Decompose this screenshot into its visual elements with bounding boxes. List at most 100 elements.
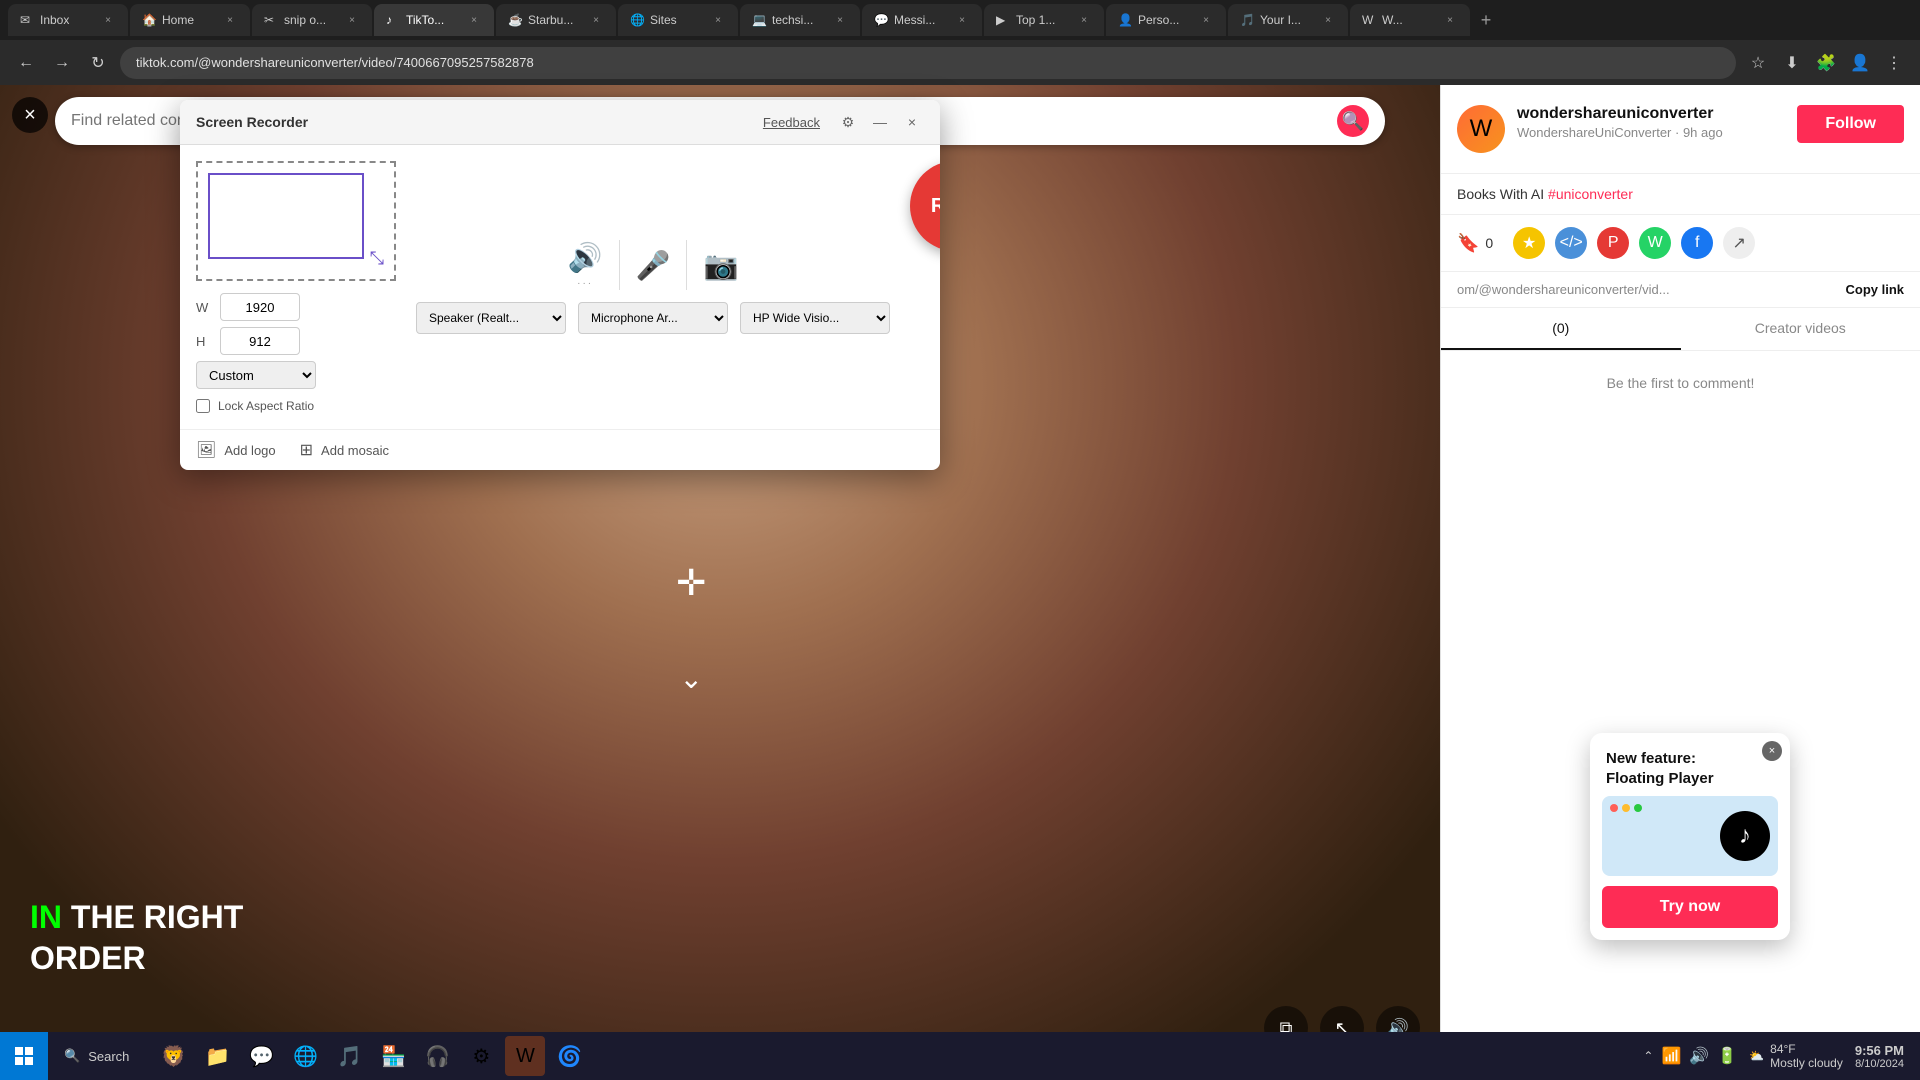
tab-close-top[interactable]: × bbox=[1076, 12, 1092, 28]
feedback-link[interactable]: Feedback bbox=[763, 115, 820, 130]
taskbar-icon-browser2[interactable]: 🌀 bbox=[549, 1036, 589, 1076]
tab-close-w[interactable]: × bbox=[1442, 12, 1458, 28]
dialog-close-icon-button[interactable]: × bbox=[900, 110, 924, 134]
tab-close-messi[interactable]: × bbox=[954, 12, 970, 28]
cam-select[interactable]: HP Wide Visio... bbox=[740, 302, 890, 334]
tab-sites[interactable]: 🌐 Sites × bbox=[618, 4, 738, 36]
tab-home[interactable]: 🏠 Home × bbox=[130, 4, 250, 36]
subtitle-line2: ORDER bbox=[30, 938, 243, 980]
menu-icon[interactable]: ⋮ bbox=[1880, 49, 1908, 77]
taskbar-icon-folder[interactable]: 📁 bbox=[197, 1036, 237, 1076]
tab-perso[interactable]: 👤 Perso... × bbox=[1106, 4, 1226, 36]
width-row: W bbox=[196, 293, 316, 321]
url-bar[interactable]: tiktok.com/@wondershareuniconverter/vide… bbox=[120, 47, 1736, 79]
tab-label-techsi: techsi... bbox=[772, 13, 826, 27]
forward-button[interactable]: → bbox=[48, 49, 76, 77]
tab-comments[interactable]: (0) bbox=[1441, 308, 1681, 350]
taskbar-icon-music[interactable]: 🎵 bbox=[329, 1036, 369, 1076]
tab-inbox[interactable]: ✉ Inbox × bbox=[8, 4, 128, 36]
mic-select[interactable]: Microphone Ar... bbox=[578, 302, 728, 334]
bookmark-icon[interactable]: ☆ bbox=[1744, 49, 1772, 77]
new-tab-button[interactable]: + bbox=[1472, 6, 1500, 34]
lock-aspect-checkbox[interactable] bbox=[196, 399, 210, 413]
preset-select[interactable]: Custom bbox=[196, 361, 316, 389]
profile-icon[interactable]: 👤 bbox=[1846, 49, 1874, 77]
height-row: H bbox=[196, 327, 316, 355]
browser-chrome: ✉ Inbox × 🏠 Home × ✂ snip o... × ♪ TikTo… bbox=[0, 0, 1920, 85]
taskbar-icon-w[interactable]: W bbox=[505, 1036, 545, 1076]
tab-favicon-inbox: ✉ bbox=[20, 13, 34, 27]
tab-close-perso[interactable]: × bbox=[1198, 12, 1214, 28]
taskbar-icon-browser[interactable]: 🌐 bbox=[285, 1036, 325, 1076]
subtitle-line1: IN THE RIGHT bbox=[30, 897, 243, 939]
tab-close-inbox[interactable]: × bbox=[100, 12, 116, 28]
tab-close-techsi[interactable]: × bbox=[832, 12, 848, 28]
region-selector[interactable]: ⤡ bbox=[196, 161, 396, 281]
start-button[interactable] bbox=[0, 1032, 48, 1080]
follow-button[interactable]: Follow bbox=[1797, 105, 1904, 143]
battery-icon[interactable]: 🔋 bbox=[1717, 1046, 1737, 1066]
tab-tiktok[interactable]: ♪ TikTo... × bbox=[374, 4, 494, 36]
add-mosaic-button[interactable]: ⊞ Add mosaic bbox=[300, 440, 389, 460]
copy-link-button[interactable]: Copy link bbox=[1845, 282, 1904, 297]
caption-text: Books With AI bbox=[1457, 186, 1548, 202]
share-icon-forward[interactable]: ↗ bbox=[1723, 227, 1755, 259]
taskbar-icon-chat[interactable]: 💬 bbox=[241, 1036, 281, 1076]
height-input[interactable] bbox=[220, 327, 300, 355]
tab-label-perso: Perso... bbox=[1138, 13, 1192, 27]
taskbar-icon-apps[interactable]: ⚙ bbox=[461, 1036, 501, 1076]
tab-techsi[interactable]: 💻 techsi... × bbox=[740, 4, 860, 36]
rec-label: REC bbox=[931, 195, 940, 218]
popup-title-text: New feature:Floating Player bbox=[1606, 750, 1714, 787]
tab-snip[interactable]: ✂ snip o... × bbox=[252, 4, 372, 36]
url-text: tiktok.com/@wondershareuniconverter/vide… bbox=[136, 55, 534, 70]
share-icon-facebook[interactable]: f bbox=[1681, 227, 1713, 259]
tab-w[interactable]: W W... × bbox=[1350, 4, 1470, 36]
tab-close-home[interactable]: × bbox=[222, 12, 238, 28]
settings-icon-button[interactable]: ⚙ bbox=[836, 110, 860, 134]
expand-icon[interactable]: ⌃ bbox=[1643, 1049, 1653, 1063]
taskbar-search[interactable]: 🔍 Search bbox=[48, 1048, 145, 1064]
speaker-select[interactable]: Speaker (Realt... bbox=[416, 302, 566, 334]
taskbar-icon-lion[interactable]: 🦁 bbox=[153, 1036, 193, 1076]
width-input[interactable] bbox=[220, 293, 300, 321]
taskbar-icon-store[interactable]: 🏪 bbox=[373, 1036, 413, 1076]
taskbar-icon-headset[interactable]: 🎧 bbox=[417, 1036, 457, 1076]
tab-top[interactable]: ▶ Top 1... × bbox=[984, 4, 1104, 36]
download-icon[interactable]: ⬇ bbox=[1778, 49, 1806, 77]
rec-button[interactable]: REC bbox=[910, 161, 940, 251]
tab-close-sites[interactable]: × bbox=[710, 12, 726, 28]
back-button[interactable]: ← bbox=[12, 49, 40, 77]
sound-icon[interactable]: 🔊 bbox=[1689, 1046, 1709, 1066]
add-logo-button[interactable]: 🖼 Add logo bbox=[196, 440, 276, 460]
tab-creator-videos[interactable]: Creator videos bbox=[1681, 308, 1920, 350]
try-now-button[interactable]: Try now bbox=[1602, 886, 1778, 928]
share-icon-star[interactable]: ★ bbox=[1513, 227, 1545, 259]
reload-button[interactable]: ↻ bbox=[84, 49, 112, 77]
tab-close-tiktok[interactable]: × bbox=[466, 12, 482, 28]
tab-starbucks[interactable]: ☕ Starbu... × bbox=[496, 4, 616, 36]
share-icon-pocket[interactable]: P bbox=[1597, 227, 1629, 259]
share-icon-whatsapp[interactable]: W bbox=[1639, 227, 1671, 259]
minimize-icon-button[interactable]: — bbox=[868, 110, 892, 134]
tab-close-starbucks[interactable]: × bbox=[588, 12, 604, 28]
tab-close-snip[interactable]: × bbox=[344, 12, 360, 28]
close-button[interactable]: × bbox=[12, 97, 48, 133]
system-icons: ⌃ 📶 🔊 🔋 bbox=[1643, 1046, 1737, 1066]
lock-aspect-label: Lock Aspect Ratio bbox=[218, 399, 314, 413]
network-icon[interactable]: 📶 bbox=[1661, 1046, 1681, 1066]
tab-label-snip: snip o... bbox=[284, 13, 338, 27]
tab-close-your[interactable]: × bbox=[1320, 12, 1336, 28]
popup-close-button[interactable]: × bbox=[1762, 741, 1782, 761]
camera-icon: 📷 bbox=[703, 249, 738, 282]
tab-messi[interactable]: 💬 Messi... × bbox=[862, 4, 982, 36]
extensions-icon[interactable]: 🧩 bbox=[1812, 49, 1840, 77]
tab-your[interactable]: 🎵 Your I... × bbox=[1228, 4, 1348, 36]
popup-preview-dots bbox=[1610, 804, 1642, 812]
region-resize-icon[interactable]: ⤡ bbox=[370, 248, 384, 269]
share-icon-code[interactable]: </> bbox=[1555, 227, 1587, 259]
tab-favicon-techsi: 💻 bbox=[752, 13, 766, 27]
chevron-down-icon[interactable]: ⌄ bbox=[679, 662, 702, 695]
search-icon-button[interactable]: 🔍 bbox=[1337, 105, 1369, 137]
tab-favicon-perso: 👤 bbox=[1118, 13, 1132, 27]
